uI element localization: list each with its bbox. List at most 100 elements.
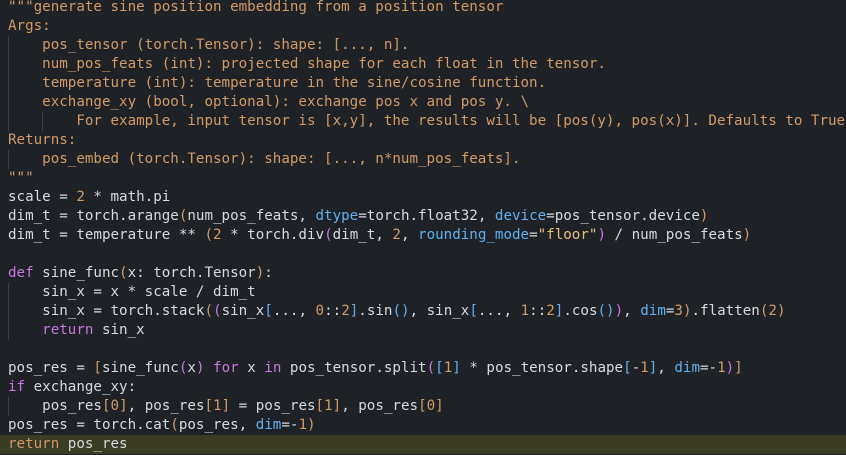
- code-token: * math.pi: [84, 189, 171, 205]
- code-token: / num_pos_feats: [605, 227, 743, 243]
- code-token: [: [204, 398, 214, 414]
- code-token: sin_x: [221, 303, 265, 319]
- code-token: sin_x: [93, 322, 145, 338]
- code-token: ]: [452, 360, 461, 376]
- code-token: return: [42, 322, 94, 338]
- code-line[interactable]: num_pos_feats (int): projected shape for…: [0, 55, 846, 74]
- code-token: Returns:: [8, 132, 77, 148]
- code-token: 0: [110, 398, 120, 414]
- code-line[interactable]: """generate sine position embedding from…: [0, 0, 846, 17]
- code-token: scale =: [8, 189, 77, 205]
- code-token: 0: [315, 303, 325, 319]
- code-token: pos_res: [59, 436, 128, 452]
- code-token: ): [306, 417, 316, 433]
- code-token: x: torch.Tensor: [127, 265, 256, 281]
- code-token: .sin: [358, 303, 393, 319]
- code-token: for: [213, 360, 239, 376]
- code-token: .cos: [563, 303, 598, 319]
- code-line[interactable]: pos_res = torch.cat(pos_res, dim=-1): [0, 416, 846, 435]
- code-token: ]: [119, 398, 128, 414]
- code-token: =-: [699, 360, 718, 376]
- code-token: dim: [640, 303, 666, 319]
- code-token: if: [8, 379, 26, 395]
- code-text: exchange_xy (bool, optional): exchange p…: [8, 93, 529, 112]
- code-token: =-: [281, 417, 299, 433]
- code-token: rounding_mode: [418, 227, 530, 243]
- code-token: ): [614, 303, 624, 319]
- code-text: For example, input tensor is [x,y], the …: [8, 112, 846, 131]
- code-token: ]: [435, 398, 444, 414]
- code-text: num_pos_feats (int): projected shape for…: [8, 55, 606, 74]
- code-token: temperature (int): temperature in the si…: [8, 75, 547, 91]
- code-token: [: [623, 360, 632, 376]
- code-line[interactable]: temperature (int): temperature in the si…: [0, 74, 846, 93]
- code-line[interactable]: For example, input tensor is [x,y], the …: [0, 112, 846, 131]
- code-text: """generate sine position embedding from…: [8, 0, 503, 17]
- code-line[interactable]: pos_res[0], pos_res[1] = pos_res[1], pos…: [0, 397, 846, 416]
- code-token: 2: [76, 189, 85, 205]
- code-token: dim: [674, 360, 700, 376]
- code-token: dim_t,: [332, 227, 393, 243]
- code-token: ]: [221, 398, 231, 414]
- code-token: "floor": [537, 227, 598, 243]
- code-editor[interactable]: """generate sine position embedding from…: [0, 0, 846, 455]
- code-token: exchange_xy (bool, optional): exchange p…: [8, 94, 530, 110]
- code-text: sin_x = x * scale / dim_t: [8, 283, 256, 302]
- code-token: ...,: [477, 303, 521, 319]
- code-token: ]: [332, 398, 342, 414]
- code-token: .flatten: [691, 303, 760, 319]
- code-text: if exchange_xy:: [8, 378, 136, 397]
- code-line-current[interactable]: return pos_res: [0, 435, 846, 454]
- code-token: dim: [255, 417, 282, 433]
- code-token: """: [8, 170, 34, 186]
- code-token: num_pos_feats,: [187, 208, 316, 224]
- code-token: sin_x = torch.stack: [8, 303, 205, 319]
- code-line[interactable]: sin_x = x * scale / dim_t: [0, 283, 846, 302]
- code-token: 1: [324, 398, 333, 414]
- code-line[interactable]: pos_res = [sine_func(x) for x in pos_ten…: [0, 359, 846, 378]
- code-line[interactable]: Args:: [0, 17, 846, 36]
- code-token: (: [213, 303, 222, 319]
- code-token: ]: [349, 303, 359, 319]
- code-line[interactable]: [0, 245, 846, 264]
- code-line[interactable]: pos_embed (torch.Tensor): shape: [..., n…: [0, 150, 846, 169]
- code-token: 1: [443, 360, 453, 376]
- code-token: 2: [768, 303, 777, 319]
- code-line[interactable]: if exchange_xy:: [0, 378, 846, 397]
- code-token: dtype: [315, 208, 359, 224]
- code-line[interactable]: sin_x = torch.stack((sin_x[..., 0::2].si…: [0, 302, 846, 321]
- code-token: 1: [520, 303, 530, 319]
- code-line[interactable]: exchange_xy (bool, optional): exchange p…: [0, 93, 846, 112]
- code-text: Args:: [8, 17, 51, 36]
- code-line[interactable]: scale = 2 * math.pi: [0, 188, 846, 207]
- code-token: 1: [213, 398, 222, 414]
- code-line[interactable]: dim_t = torch.arange(num_pos_feats, dtyp…: [0, 207, 846, 226]
- code-token: (: [170, 417, 179, 433]
- code-line[interactable]: pos_tensor (torch.Tensor): shape: [..., …: [0, 36, 846, 55]
- code-line[interactable]: Returns:: [0, 131, 846, 150]
- code-token: 1: [640, 360, 649, 376]
- code-line[interactable]: [0, 340, 846, 359]
- code-text: return pos_res: [8, 435, 128, 454]
- code-line[interactable]: def sine_func(x: torch.Tensor):: [0, 264, 846, 283]
- code-token: [: [418, 398, 427, 414]
- code-token: :: [264, 265, 273, 281]
- code-text: Returns:: [8, 131, 76, 150]
- code-token: ,: [400, 227, 419, 243]
- code-token: num_pos_feats (int): projected shape for…: [8, 56, 606, 72]
- code-line[interactable]: """: [0, 169, 846, 188]
- code-token: [: [93, 360, 102, 376]
- code-token: (: [204, 303, 214, 319]
- code-token: ,: [623, 303, 641, 319]
- code-token: 1: [717, 360, 726, 376]
- code-line[interactable]: return sin_x: [0, 321, 846, 340]
- code-token: 0: [426, 398, 436, 414]
- code-token: [: [315, 398, 325, 414]
- code-line[interactable]: dim_t = temperature ** (2 * torch.div(di…: [0, 226, 846, 245]
- code-token: [: [469, 303, 478, 319]
- code-token: def: [8, 265, 34, 281]
- code-token: ...,: [272, 303, 316, 319]
- code-token: =pos_tensor.device: [546, 208, 700, 224]
- code-token: return: [8, 436, 60, 452]
- code-token: dim_t = temperature **: [8, 227, 205, 243]
